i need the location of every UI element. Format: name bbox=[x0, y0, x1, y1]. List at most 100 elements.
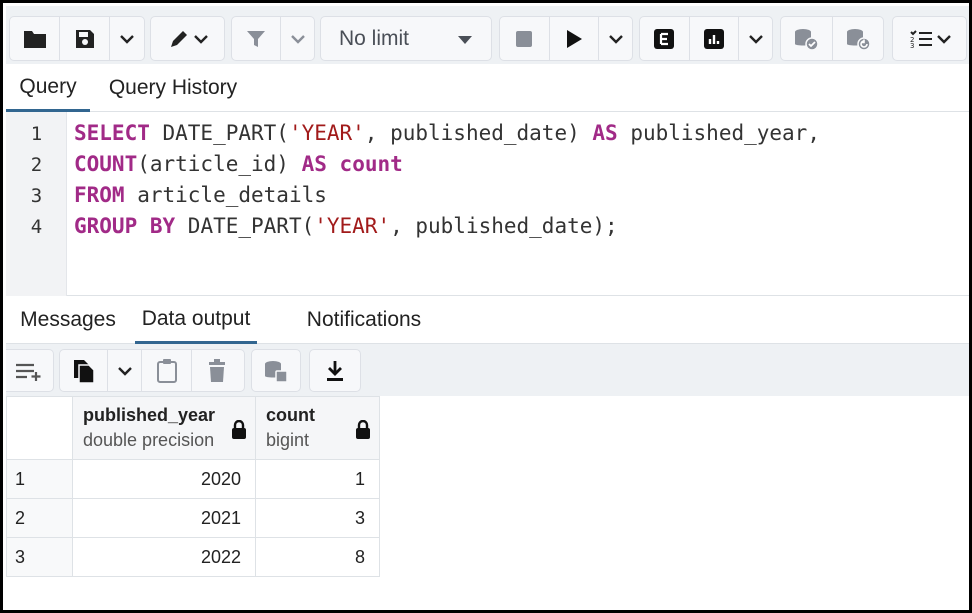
code-line[interactable]: COUNT(article_id) AS count bbox=[74, 152, 403, 176]
published-year-cell[interactable]: 2022 bbox=[72, 537, 256, 577]
tab-data-output[interactable]: Data output bbox=[135, 296, 257, 344]
app-window: No limit 2 3 Query Query History 1 2 3 4… bbox=[0, 0, 972, 613]
explain-options-dropdown[interactable] bbox=[739, 17, 772, 60]
sql-keyword: AS bbox=[592, 121, 618, 145]
row-number-cell[interactable]: 2 bbox=[6, 498, 73, 538]
count-cell[interactable]: 1 bbox=[255, 459, 380, 499]
execute-options-dropdown[interactable] bbox=[599, 17, 632, 60]
execute-query-button[interactable] bbox=[550, 17, 600, 60]
open-file-button[interactable] bbox=[10, 17, 60, 60]
line-number: 3 bbox=[30, 185, 43, 207]
tab-messages[interactable]: Messages bbox=[9, 296, 127, 344]
tab-query[interactable]: Query bbox=[6, 64, 90, 112]
table-row[interactable]: 2 2021 3 bbox=[6, 498, 380, 538]
paste-button[interactable] bbox=[142, 350, 192, 391]
save-data-group bbox=[251, 349, 301, 392]
save-data-button[interactable] bbox=[252, 350, 300, 391]
line-number-gutter: 1 2 3 4 bbox=[6, 112, 67, 296]
lock-icon bbox=[356, 420, 370, 439]
filter-icon bbox=[247, 30, 266, 47]
stop-query-button[interactable] bbox=[500, 17, 550, 60]
grid-header-row: published_year double precision count bi… bbox=[6, 396, 380, 460]
data-output-toolbar bbox=[6, 344, 969, 396]
macros-button-group: 23 bbox=[892, 16, 967, 61]
count-cell[interactable]: 3 bbox=[255, 498, 380, 538]
copy-icon bbox=[73, 359, 95, 384]
edit-dropdown-button[interactable] bbox=[151, 17, 224, 60]
table-row[interactable]: 1 2020 1 bbox=[6, 459, 380, 499]
explain-analyze-button[interactable] bbox=[690, 17, 740, 60]
copy-button[interactable] bbox=[60, 350, 108, 391]
rollback-button[interactable] bbox=[833, 17, 884, 60]
column-header-published-year[interactable]: published_year double precision bbox=[72, 396, 256, 460]
tab-query-history[interactable]: Query History bbox=[98, 64, 248, 112]
result-grid: published_year double precision count bi… bbox=[6, 396, 380, 577]
add-row-group bbox=[6, 349, 54, 392]
sql-string: 'YEAR' bbox=[314, 214, 391, 238]
code-line[interactable]: FROM article_details bbox=[74, 183, 327, 207]
result-tab-bar: Messages Data output Notifications bbox=[6, 296, 969, 344]
column-header-count[interactable]: count bigint bbox=[255, 396, 380, 460]
table-row[interactable]: 3 2022 8 bbox=[6, 537, 380, 577]
save-file-button[interactable] bbox=[60, 17, 110, 60]
chevron-down-icon bbox=[608, 34, 623, 44]
row-number-cell[interactable]: 3 bbox=[6, 537, 73, 577]
play-icon bbox=[566, 29, 582, 48]
caret-down-icon bbox=[458, 36, 472, 44]
stop-icon bbox=[516, 30, 533, 47]
save-data-icon bbox=[265, 360, 288, 383]
save-icon bbox=[75, 29, 94, 48]
sql-text: (article_id) bbox=[137, 152, 302, 176]
row-number-cell[interactable]: 1 bbox=[6, 459, 73, 499]
sql-editor[interactable]: 1 2 3 4 SELECT DATE_PART('YEAR', publish… bbox=[6, 112, 969, 296]
published-year-cell[interactable]: 2020 bbox=[72, 459, 256, 499]
query-toolbar: No limit 2 3 bbox=[6, 6, 969, 64]
row-limit-value: No limit bbox=[339, 26, 410, 50]
save-options-dropdown[interactable] bbox=[110, 17, 144, 60]
sql-keyword: COUNT bbox=[74, 152, 138, 176]
sql-keyword: FROM bbox=[74, 183, 125, 207]
lock-icon bbox=[232, 420, 246, 439]
row-limit-select[interactable]: No limit bbox=[320, 16, 492, 61]
copy-paste-group bbox=[59, 349, 245, 392]
chevron-down-icon bbox=[936, 34, 951, 44]
chevron-down-icon bbox=[290, 34, 305, 44]
filter-button[interactable] bbox=[232, 17, 282, 60]
macros-dropdown-button[interactable]: 23 bbox=[893, 17, 966, 60]
file-button-group bbox=[9, 16, 145, 61]
explain-icon bbox=[654, 28, 675, 49]
published-year-cell[interactable]: 2021 bbox=[72, 498, 256, 538]
code-line[interactable]: SELECT DATE_PART('YEAR', published_date)… bbox=[74, 121, 820, 145]
chevron-down-icon bbox=[117, 366, 132, 376]
chevron-down-icon bbox=[193, 34, 208, 44]
sql-text: , published_date); bbox=[390, 214, 618, 238]
download-group bbox=[309, 349, 361, 392]
filter-options-dropdown[interactable] bbox=[281, 17, 314, 60]
tab-notifications[interactable]: Notifications bbox=[289, 296, 439, 344]
commit-button[interactable] bbox=[781, 17, 833, 60]
code-line[interactable]: GROUP BY DATE_PART('YEAR', published_dat… bbox=[74, 214, 618, 238]
commit-icon bbox=[795, 28, 819, 51]
copy-options-dropdown[interactable] bbox=[108, 350, 142, 391]
macros-icon: 23 bbox=[910, 29, 932, 49]
sql-text: DATE_PART( bbox=[175, 214, 315, 238]
download-icon bbox=[327, 360, 343, 381]
line-number: 2 bbox=[30, 154, 43, 176]
explain-button-group bbox=[639, 16, 773, 61]
grid-corner-cell[interactable] bbox=[6, 396, 73, 460]
download-button[interactable] bbox=[310, 350, 360, 391]
line-number: 1 bbox=[30, 123, 43, 145]
count-cell[interactable]: 8 bbox=[255, 537, 380, 577]
line-number: 4 bbox=[30, 216, 43, 238]
execute-button-group bbox=[499, 16, 633, 61]
paste-icon bbox=[156, 358, 177, 383]
explain-button[interactable] bbox=[640, 17, 690, 60]
filter-button-group bbox=[231, 16, 315, 61]
sql-keyword: AS bbox=[301, 152, 327, 176]
column-name: published_year bbox=[83, 405, 216, 425]
delete-button[interactable] bbox=[192, 350, 242, 391]
chevron-down-icon bbox=[748, 34, 763, 44]
svg-text:3: 3 bbox=[910, 42, 914, 49]
add-row-button[interactable] bbox=[6, 350, 53, 391]
